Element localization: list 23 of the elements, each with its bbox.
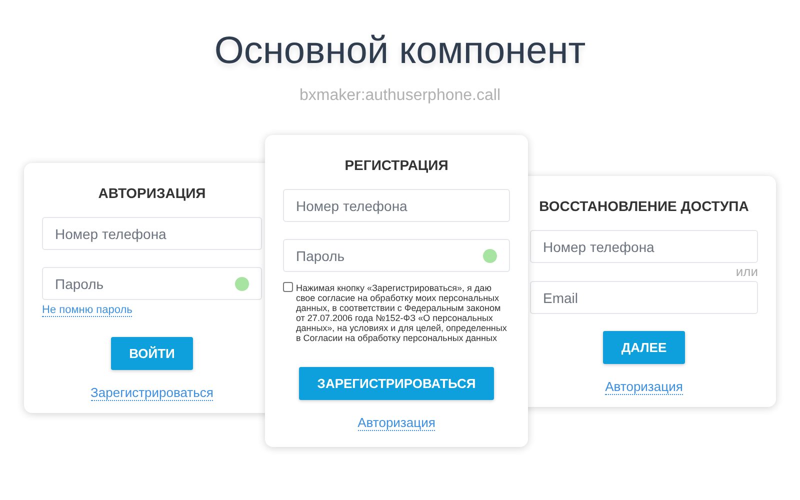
switch-form-link[interactable]: Зарегистрироваться xyxy=(90,385,214,401)
form-title: АВТОРИЗАЦИЯ xyxy=(97,185,207,201)
input-field[interactable]: Номер телефона xyxy=(42,217,262,250)
password-field[interactable]: Пароль xyxy=(283,239,510,272)
form-title: РЕГИСТРАЦИЯ xyxy=(344,157,450,173)
switch-form-link[interactable]: Авторизация xyxy=(605,379,683,395)
forgot-password-link[interactable]: Не помню пароль xyxy=(42,304,132,317)
page-subtitle: bxmaker:authuserphone.call xyxy=(299,87,500,105)
status-dot-icon xyxy=(483,248,497,262)
submit-button[interactable]: ЗАРЕГИСТРИРОВАТЬСЯ xyxy=(299,367,494,400)
consent-text: Нажимая кнопку «Зарегистрироваться», я даю свое согласие на обработку моих персональных данных, в соответствии с Федеральным законом от 27.07.2006 года №152-ФЗ «О персональных данных», на условиях и для целей, определенных в Согласии на обработку персональных данных xyxy=(296,283,508,343)
password-field[interactable]: Пароль xyxy=(42,267,262,300)
or-label: или xyxy=(736,264,758,279)
input-field[interactable]: Номер телефона xyxy=(283,189,510,222)
submit-button[interactable]: ВОЙТИ xyxy=(111,337,193,370)
form-title: ВОССТАНОВЛЕНИЕ ДОСТУПА xyxy=(538,198,750,214)
consent-checkbox[interactable] xyxy=(283,282,293,292)
input-field[interactable]: Email xyxy=(530,281,758,314)
status-dot-icon xyxy=(235,276,249,290)
input-field[interactable]: Номер телефона xyxy=(530,230,758,263)
page-title: Основной компонент xyxy=(214,30,586,73)
switch-form-link[interactable]: Авторизация xyxy=(358,415,436,431)
submit-button[interactable]: ДАЛЕЕ xyxy=(603,331,685,364)
